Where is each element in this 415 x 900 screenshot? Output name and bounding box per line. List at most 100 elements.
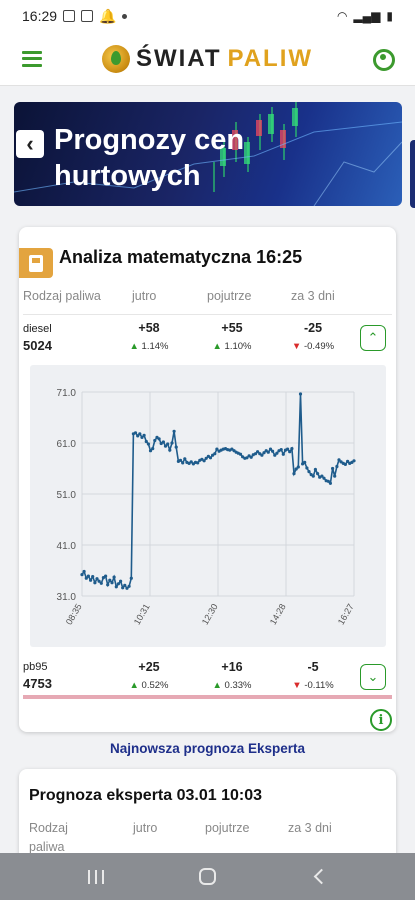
- series-point: [238, 452, 243, 456]
- battery-icon: ▮: [386, 9, 393, 23]
- fuel-name-diesel: diesel: [23, 323, 52, 335]
- series-point: [133, 431, 138, 435]
- series-point: [208, 456, 213, 460]
- series-point: [279, 448, 283, 452]
- arrow-down-icon: ▼: [291, 341, 302, 352]
- price-chart: 71.0 61.0 51.0 41.0 31.0 08:35 10:31 12:30 14:28…: [30, 365, 386, 647]
- series-point: [260, 453, 264, 457]
- series-point: [170, 441, 174, 445]
- diesel-delta-tomorrow: +58: [138, 321, 160, 335]
- home-icon: [198, 868, 216, 885]
- diesel-pct-in-3-days: ▼ -0.49%: [291, 341, 335, 352]
- series-point: [119, 579, 123, 583]
- series-point: [249, 455, 253, 459]
- price-chart-svg: 71.0 61.0 51.0 41.0 31.008:35 10:31 12:30 14:28…: [57, 388, 356, 627]
- pb95-delta-day-after: +16: [221, 660, 243, 674]
- user-icon[interactable]: [373, 48, 395, 71]
- arrow-up-icon: ▲: [212, 341, 222, 352]
- app-bar: ŚWIAT PALIW: [0, 32, 415, 86]
- arrow-up-icon: ▲: [129, 680, 139, 691]
- app-logo: ŚWIAT PALIW: [101, 44, 314, 73]
- series-point: [123, 583, 127, 587]
- series-point: [116, 582, 120, 586]
- series-point: [127, 584, 131, 588]
- series-point: [183, 457, 187, 461]
- series-point: [202, 459, 206, 463]
- arrow-up-icon: ▲: [129, 341, 139, 352]
- series-point: [322, 476, 326, 480]
- arrow-down-icon: ▼: [292, 680, 302, 691]
- series-point: [110, 581, 114, 585]
- series-point: [196, 461, 200, 465]
- series-point: [166, 442, 170, 446]
- series-point: [213, 452, 217, 456]
- x-tick-label: 12:30: [200, 602, 220, 627]
- pb95-pct-tomorrow: ▲ 0.52%: [129, 680, 169, 691]
- analysis-card: Analiza matematyczna 16:25 Rodzaj paliwa…: [19, 227, 396, 732]
- series-point: [335, 464, 339, 469]
- y-tick-label: 41.0: [57, 541, 77, 552]
- series-point: [108, 578, 112, 582]
- expert-header-day-after: pojutrze: [205, 821, 250, 835]
- page-banner: ‹ Prognozy cen hurtowych: [14, 102, 402, 206]
- series-point: [151, 447, 155, 451]
- series-point: [144, 439, 148, 444]
- series-point: [95, 577, 99, 581]
- x-tick-label: 08:35: [64, 602, 84, 627]
- status-right: ◠ ▂▄▆ ▮: [337, 9, 393, 23]
- bell-icon: 🔔: [99, 7, 117, 24]
- collapse-diesel-button[interactable]: ⌃: [360, 325, 386, 351]
- back-button[interactable]: ‹: [16, 130, 44, 158]
- arrow-up-icon: ▲: [212, 680, 222, 691]
- series-point: [281, 452, 285, 456]
- y-tick-label: 71.0: [57, 388, 77, 399]
- status-left: 16:29 🔔: [22, 7, 128, 25]
- diesel-pct-day-after: ▲ 1.10%: [212, 341, 252, 352]
- series-point: [271, 449, 275, 453]
- series-point: [86, 574, 90, 578]
- latest-expert-forecast-link[interactable]: Najnowsza prognoza Eksperta: [0, 741, 415, 756]
- series-point: [316, 472, 320, 476]
- series-point: [311, 474, 315, 478]
- y-tick-label: 61.0: [57, 439, 77, 450]
- pb95-pct-day-after: ▲ 0.33%: [212, 680, 252, 691]
- series-point: [80, 573, 84, 577]
- expert-header-fuel-type: Rodzaj paliwa: [29, 821, 68, 854]
- header-tomorrow: jutro: [132, 289, 157, 303]
- banner-next-peek: [410, 140, 415, 208]
- series-point: [172, 429, 176, 433]
- header-day-after: pojutrze: [207, 289, 252, 303]
- series-point: [352, 459, 356, 463]
- pb95-delta-in-3-days: -5: [307, 660, 319, 674]
- series-point: [99, 581, 103, 585]
- series-point: [112, 575, 116, 579]
- recent-apps-icon: [87, 869, 104, 884]
- expert-header-in-3-days: za 3 dni: [288, 821, 332, 835]
- chevron-up-icon: ⌃: [367, 330, 379, 345]
- system-back-button[interactable]: [299, 862, 339, 892]
- logo-text-part1: ŚWIAT: [135, 44, 222, 72]
- info-icon[interactable]: i: [370, 709, 392, 731]
- series-point: [290, 447, 294, 451]
- series-point: [168, 448, 172, 452]
- series-point: [305, 466, 309, 470]
- x-tick-label: 10:31: [132, 602, 152, 627]
- home-button[interactable]: [187, 862, 227, 892]
- pb95-delta-tomorrow: +25: [138, 660, 160, 674]
- series-point: [307, 470, 311, 474]
- hamburger-icon[interactable]: [22, 50, 42, 67]
- recent-apps-button[interactable]: [76, 862, 116, 892]
- back-icon: [313, 868, 329, 885]
- series-point: [298, 392, 303, 396]
- series-point: [106, 583, 110, 587]
- series-point: [296, 465, 300, 469]
- fuel-pump-icon: [19, 248, 53, 278]
- series-point: [286, 447, 290, 451]
- series-point: [288, 450, 292, 454]
- logo-text-part2: PALIW: [227, 44, 314, 72]
- series-point: [146, 442, 150, 446]
- expand-pb95-button[interactable]: ⌄: [360, 664, 386, 690]
- y-tick-label: 51.0: [57, 490, 77, 501]
- diesel-pct-tomorrow: ▲ 1.14%: [129, 341, 169, 352]
- signal-icon: ▂▄▆: [353, 9, 381, 23]
